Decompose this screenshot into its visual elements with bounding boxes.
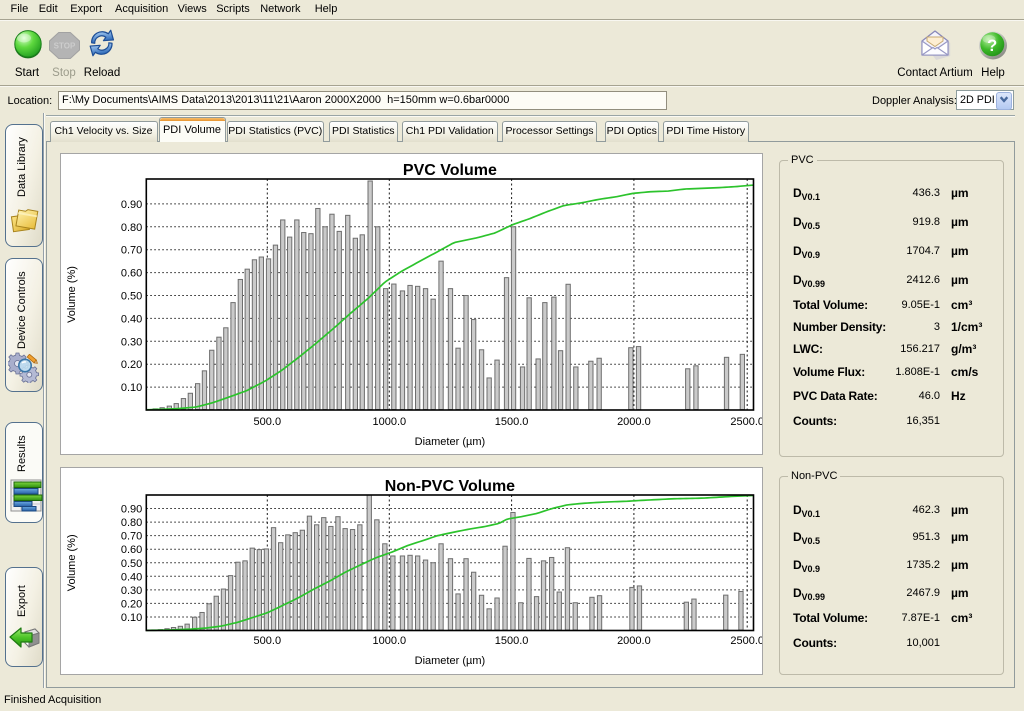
svg-text:0.40: 0.40 xyxy=(121,571,142,583)
svg-text:Volume (%): Volume (%) xyxy=(66,266,78,323)
svg-text:0.70: 0.70 xyxy=(121,245,142,257)
svg-text:0.20: 0.20 xyxy=(121,359,142,371)
svg-text:1000.0: 1000.0 xyxy=(372,416,406,428)
svg-text:PVC Volume: PVC Volume xyxy=(403,162,497,179)
svg-text:2000.0: 2000.0 xyxy=(617,635,651,647)
svg-text:500.0: 500.0 xyxy=(254,416,282,428)
svg-text:0.20: 0.20 xyxy=(121,598,142,610)
svg-text:0.60: 0.60 xyxy=(121,544,142,556)
svg-text:2000.0: 2000.0 xyxy=(617,416,651,428)
svg-text:0.90: 0.90 xyxy=(121,199,142,211)
svg-text:?: ? xyxy=(987,37,997,55)
svg-text:0.10: 0.10 xyxy=(121,382,142,394)
svg-text:0.60: 0.60 xyxy=(121,268,142,280)
svg-text:Diameter (µm): Diameter (µm) xyxy=(415,655,486,667)
svg-text:Non-PVC Volume: Non-PVC Volume xyxy=(385,478,515,495)
svg-text:0.10: 0.10 xyxy=(121,612,142,624)
svg-text:0.30: 0.30 xyxy=(121,336,142,348)
svg-text:0.50: 0.50 xyxy=(121,558,142,570)
svg-text:STOP: STOP xyxy=(54,42,76,51)
svg-text:0.80: 0.80 xyxy=(121,517,142,529)
svg-text:1000.0: 1000.0 xyxy=(372,635,406,647)
svg-text:Volume (%): Volume (%) xyxy=(66,534,78,591)
svg-text:0.70: 0.70 xyxy=(121,531,142,543)
svg-text:1500.0: 1500.0 xyxy=(495,416,529,428)
svg-text:0.50: 0.50 xyxy=(121,291,142,303)
svg-text:0.80: 0.80 xyxy=(121,222,142,234)
svg-text:500.0: 500.0 xyxy=(254,635,282,647)
svg-text:0.30: 0.30 xyxy=(121,585,142,597)
svg-text:2500.0: 2500.0 xyxy=(730,635,763,647)
svg-text:Diameter (µm): Diameter (µm) xyxy=(415,436,486,448)
svg-text:2500.0: 2500.0 xyxy=(730,416,763,428)
svg-text:0.40: 0.40 xyxy=(121,313,142,325)
svg-text:1500.0: 1500.0 xyxy=(495,635,529,647)
svg-text:0.90: 0.90 xyxy=(121,504,142,516)
